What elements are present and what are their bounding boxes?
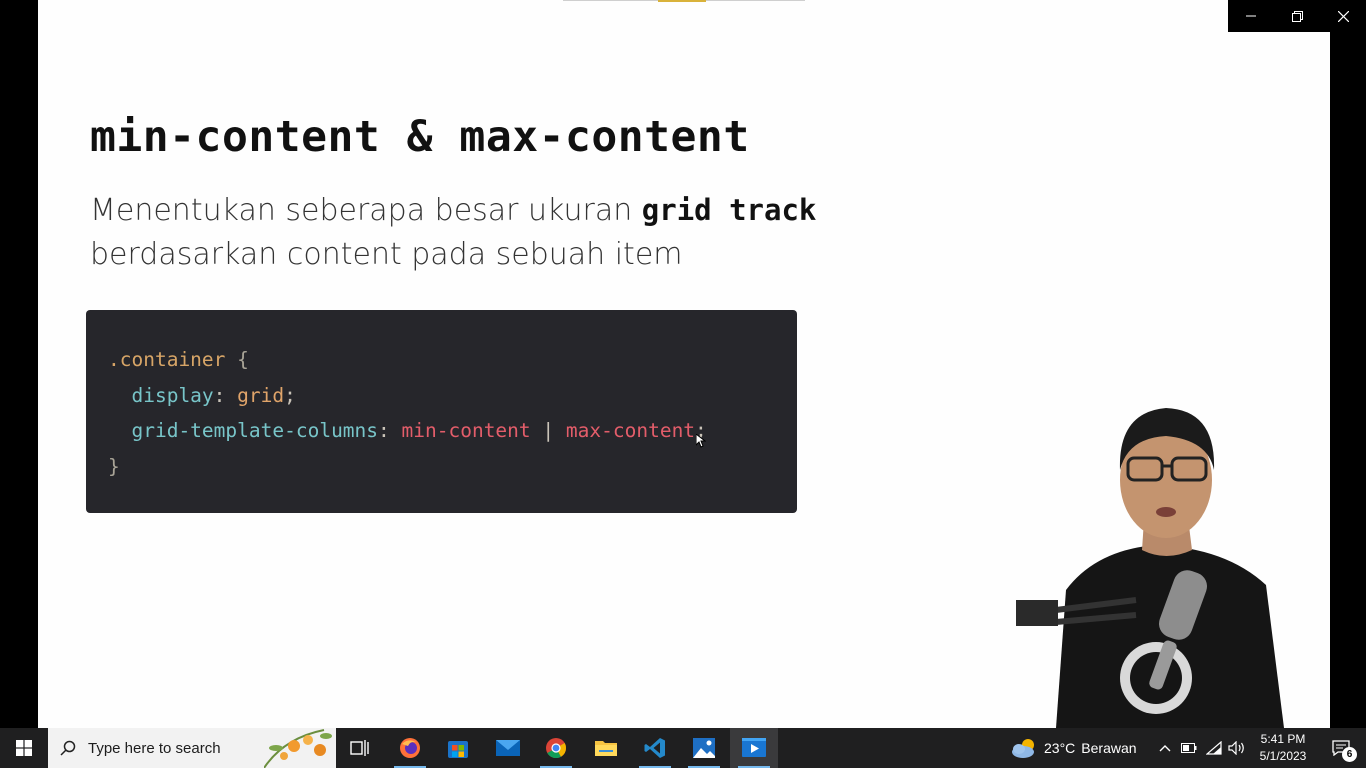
mail-app[interactable] xyxy=(484,728,532,768)
store-icon xyxy=(448,741,468,758)
folder-icon xyxy=(595,741,617,756)
slide-title: min-content & max-content xyxy=(90,112,750,162)
notification-center-button[interactable]: 6 xyxy=(1316,728,1366,768)
close-icon xyxy=(1337,10,1349,22)
video-recorder-app[interactable] xyxy=(730,728,778,768)
chevron-up-icon xyxy=(1159,745,1171,752)
vscode-app[interactable] xyxy=(631,728,679,768)
subtitle-line2: berdasarkan content pada sebuah item xyxy=(90,237,683,272)
code-value: min-content xyxy=(401,419,531,442)
photos-icon xyxy=(693,738,715,758)
start-button[interactable] xyxy=(0,728,48,768)
presenter-video xyxy=(1016,408,1284,728)
close-button[interactable] xyxy=(1320,0,1366,32)
firefox-app[interactable] xyxy=(386,728,434,768)
search-placeholder: Type here to search xyxy=(88,739,221,757)
battery-icon xyxy=(1181,743,1197,753)
weather-description: Berawan xyxy=(1081,740,1137,756)
minimize-icon xyxy=(1246,15,1256,17)
cloudy-weather-icon xyxy=(1012,739,1034,758)
chrome-app[interactable] xyxy=(532,728,580,768)
restore-icon xyxy=(1291,10,1303,22)
slide-subtitle: Menentukan seberapa besar ukuran grid tr… xyxy=(90,188,890,277)
speaker-icon xyxy=(1228,741,1244,755)
vscode-icon xyxy=(644,738,665,758)
code-open-brace: { xyxy=(237,348,249,371)
progress-fill xyxy=(658,0,706,2)
subtitle-text: Menentukan seberapa besar ukuran xyxy=(90,193,642,228)
task-view-icon xyxy=(350,740,369,756)
clock-time: 5:41 PM xyxy=(1260,732,1306,746)
minimize-button[interactable] xyxy=(1228,0,1274,32)
code-property: grid-template-columns xyxy=(131,419,379,442)
wifi-icon xyxy=(1206,741,1222,755)
windows-icon xyxy=(16,740,32,756)
clock[interactable]: 5:41 PM 5/1/2023 xyxy=(1252,728,1314,768)
subtitle-keyword: grid track xyxy=(641,193,817,227)
weather-temperature: 23°C xyxy=(1044,740,1076,756)
file-explorer-app[interactable] xyxy=(582,728,630,768)
weather-widget[interactable]: 23°C Berawan xyxy=(1010,728,1150,768)
firefox-icon xyxy=(400,738,420,758)
code-separator: | xyxy=(542,419,555,442)
code-value: grid xyxy=(237,383,285,407)
clock-date: 5/1/2023 xyxy=(1259,749,1307,763)
window-controls xyxy=(1228,0,1366,32)
notification-count-badge: 6 xyxy=(1342,747,1357,762)
mail-icon xyxy=(496,740,520,756)
battery-button[interactable] xyxy=(1177,728,1201,768)
microsoft-store-app[interactable] xyxy=(434,728,482,768)
restore-button[interactable] xyxy=(1274,0,1320,32)
code-close-brace: } xyxy=(108,454,120,478)
network-button[interactable] xyxy=(1202,728,1226,768)
video-frame: min-content & max-content Menentukan seb… xyxy=(38,0,1330,728)
search-icon xyxy=(60,740,76,756)
photos-app[interactable] xyxy=(680,728,728,768)
code-block: .container { display: grid; grid-templat… xyxy=(86,310,797,513)
chrome-icon xyxy=(546,738,567,759)
show-hidden-icons-button[interactable] xyxy=(1153,728,1177,768)
task-view-button[interactable] xyxy=(336,728,384,768)
search-highlight-image xyxy=(264,729,332,768)
code-selector: .container xyxy=(108,348,226,371)
video-app-icon xyxy=(742,738,766,757)
code-value: max-content xyxy=(565,419,696,442)
volume-button[interactable] xyxy=(1225,728,1249,768)
taskbar: Type here to search 23°C Berawan 5:41 PM… xyxy=(0,728,1366,768)
code-property: display xyxy=(131,383,214,407)
search-box[interactable]: Type here to search xyxy=(48,728,336,768)
mouse-cursor-icon xyxy=(696,434,706,448)
